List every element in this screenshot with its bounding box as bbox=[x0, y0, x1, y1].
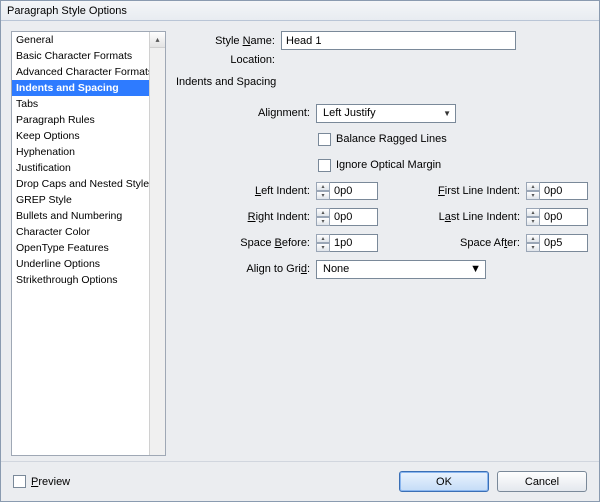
alignment-label: Alignment: bbox=[176, 107, 316, 119]
balance-ragged-label: Balance Ragged Lines bbox=[336, 133, 447, 145]
sidebar-item[interactable]: GREP Style bbox=[12, 192, 150, 208]
chevron-down-icon: ▼ bbox=[470, 263, 481, 275]
left-indent-label: Left Indent: bbox=[176, 185, 316, 197]
alignment-select[interactable]: Left Justify ▼ bbox=[316, 104, 456, 123]
spinner-down-icon[interactable]: ▾ bbox=[526, 217, 540, 226]
last-line-label: Last Line Indent: bbox=[416, 211, 526, 223]
scrollbar-up-icon[interactable]: ▴ bbox=[150, 32, 165, 48]
spinner-up-icon[interactable]: ▴ bbox=[526, 208, 540, 217]
dialog-body: GeneralBasic Character FormatsAdvanced C… bbox=[1, 21, 599, 461]
align-to-grid-label: Align to Grid: bbox=[176, 263, 316, 275]
section-heading: Indents and Spacing bbox=[176, 74, 589, 90]
location-label: Location: bbox=[176, 54, 281, 66]
sidebar-item[interactable]: Strikethrough Options bbox=[12, 272, 150, 288]
spinner-up-icon[interactable]: ▴ bbox=[316, 208, 330, 217]
sidebar-item[interactable]: General bbox=[12, 32, 150, 48]
chevron-down-icon: ▼ bbox=[443, 109, 451, 118]
spinner-up-icon[interactable]: ▴ bbox=[526, 234, 540, 243]
space-before-input[interactable] bbox=[330, 234, 378, 252]
sidebar-item[interactable]: Underline Options bbox=[12, 256, 150, 272]
preview-label: Preview bbox=[31, 476, 70, 488]
right-indent-input[interactable] bbox=[330, 208, 378, 226]
balance-ragged-checkbox[interactable] bbox=[318, 133, 331, 146]
form: Alignment: Left Justify ▼ Balance Ragged… bbox=[176, 90, 589, 282]
window-title: Paragraph Style Options bbox=[7, 5, 127, 17]
sidebar[interactable]: GeneralBasic Character FormatsAdvanced C… bbox=[11, 31, 166, 456]
sidebar-item[interactable]: Keep Options bbox=[12, 128, 150, 144]
main-panel: Style Name: Location: Indents and Spacin… bbox=[176, 31, 589, 461]
spinner-up-icon[interactable]: ▴ bbox=[316, 182, 330, 191]
space-after-spinner[interactable]: ▴▾ bbox=[526, 234, 588, 252]
right-indent-spinner[interactable]: ▴▾ bbox=[316, 208, 378, 226]
sidebar-item[interactable]: Tabs bbox=[12, 96, 150, 112]
sidebar-item[interactable]: Paragraph Rules bbox=[12, 112, 150, 128]
sidebar-wrap: GeneralBasic Character FormatsAdvanced C… bbox=[11, 31, 166, 461]
ignore-optical-label: Ignore Optical Margin bbox=[336, 159, 441, 171]
left-indent-input[interactable] bbox=[330, 182, 378, 200]
spinner-down-icon[interactable]: ▾ bbox=[526, 243, 540, 252]
sidebar-item[interactable]: OpenType Features bbox=[12, 240, 150, 256]
spinner-up-icon[interactable]: ▴ bbox=[316, 234, 330, 243]
spinner-down-icon[interactable]: ▾ bbox=[526, 191, 540, 200]
sidebar-item[interactable]: Justification bbox=[12, 160, 150, 176]
last-line-input[interactable] bbox=[540, 208, 588, 226]
space-after-label: Space After: bbox=[416, 237, 526, 249]
sidebar-scrollbar[interactable]: ▴ bbox=[149, 32, 165, 455]
last-line-spinner[interactable]: ▴▾ bbox=[526, 208, 588, 226]
style-name-input[interactable] bbox=[281, 31, 516, 50]
align-to-grid-value: None bbox=[323, 263, 349, 275]
ignore-optical-checkbox[interactable] bbox=[318, 159, 331, 172]
align-to-grid-select[interactable]: None ▼ bbox=[316, 260, 486, 279]
space-after-input[interactable] bbox=[540, 234, 588, 252]
sidebar-item[interactable]: Character Color bbox=[12, 224, 150, 240]
first-line-spinner[interactable]: ▴▾ bbox=[526, 182, 588, 200]
dialog: Paragraph Style Options GeneralBasic Cha… bbox=[0, 0, 600, 502]
sidebar-item[interactable]: Drop Caps and Nested Styles bbox=[12, 176, 150, 192]
spinner-down-icon[interactable]: ▾ bbox=[316, 217, 330, 226]
space-before-spinner[interactable]: ▴▾ bbox=[316, 234, 378, 252]
titlebar: Paragraph Style Options bbox=[1, 1, 599, 21]
space-before-label: Space Before: bbox=[176, 237, 316, 249]
ok-button[interactable]: OK bbox=[399, 471, 489, 492]
sidebar-item[interactable]: Advanced Character Formats bbox=[12, 64, 150, 80]
cancel-button[interactable]: Cancel bbox=[497, 471, 587, 492]
sidebar-item[interactable]: Bullets and Numbering bbox=[12, 208, 150, 224]
sidebar-item[interactable]: Indents and Spacing bbox=[12, 80, 150, 96]
spinner-down-icon[interactable]: ▾ bbox=[316, 243, 330, 252]
spinner-down-icon[interactable]: ▾ bbox=[316, 191, 330, 200]
first-line-input[interactable] bbox=[540, 182, 588, 200]
alignment-value: Left Justify bbox=[323, 107, 376, 119]
first-line-label: First Line Indent: bbox=[416, 185, 526, 197]
spinner-up-icon[interactable]: ▴ bbox=[526, 182, 540, 191]
footer: Preview OK Cancel bbox=[1, 461, 599, 501]
sidebar-item[interactable]: Hyphenation bbox=[12, 144, 150, 160]
style-name-label: Style Name: bbox=[176, 35, 281, 47]
preview-checkbox[interactable] bbox=[13, 475, 26, 488]
right-indent-label: Right Indent: bbox=[176, 211, 316, 223]
sidebar-item[interactable]: Basic Character Formats bbox=[12, 48, 150, 64]
left-indent-spinner[interactable]: ▴▾ bbox=[316, 182, 378, 200]
